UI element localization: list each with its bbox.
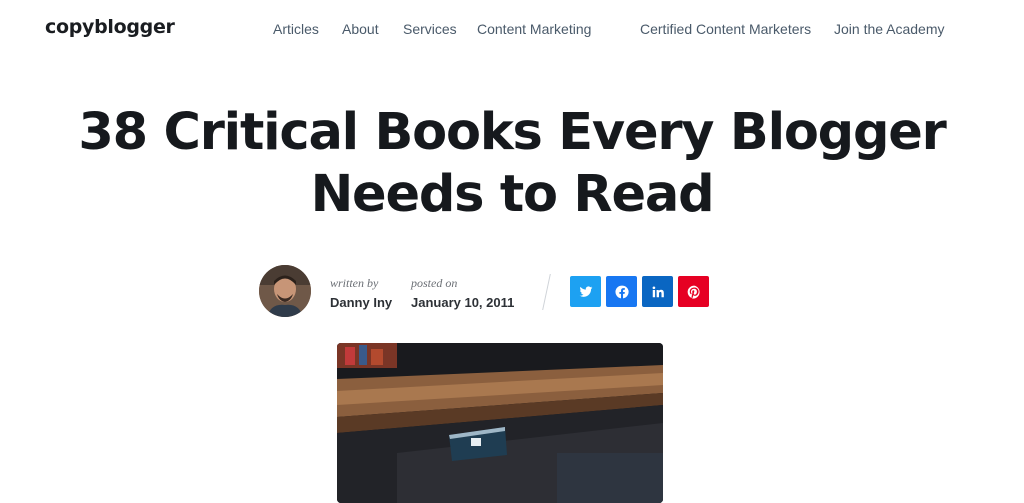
pinterest-icon xyxy=(687,285,700,299)
author-avatar[interactable] xyxy=(259,265,311,317)
linkedin-icon xyxy=(652,285,664,297)
posted-on-label: posted on xyxy=(411,276,458,290)
nav-item-services[interactable]: Services xyxy=(403,21,457,37)
nav-item-about[interactable]: About xyxy=(342,21,379,37)
share-pinterest-button[interactable] xyxy=(678,276,709,307)
hero-image xyxy=(337,343,663,503)
nav-item-join-the-academy[interactable]: Join the Academy xyxy=(834,21,945,37)
avatar-photo xyxy=(259,265,311,317)
facebook-icon xyxy=(614,285,629,298)
nav-item-articles[interactable]: Articles xyxy=(273,21,319,37)
written-by-label: written by xyxy=(330,276,379,290)
share-twitter-button[interactable] xyxy=(570,276,601,307)
page-title-line-2: Needs to Read xyxy=(310,165,715,224)
nav-item-certified-content-marketers[interactable]: Certified Content Marketers xyxy=(640,21,811,37)
site-logo[interactable]: copyblogger xyxy=(45,16,175,38)
share-linkedin-button[interactable] xyxy=(642,276,673,307)
author-name[interactable]: Danny Iny xyxy=(330,295,392,310)
page-title: 38 Critical Books Every Blogger Needs to… xyxy=(0,102,1024,226)
share-facebook-button[interactable] xyxy=(606,276,637,307)
post-date: January 10, 2011 xyxy=(411,295,515,310)
nav-item-content-marketing[interactable]: Content Marketing xyxy=(477,21,591,37)
page-title-line-1: 38 Critical Books Every Blogger xyxy=(78,103,946,162)
bookshelf-photo xyxy=(337,343,663,503)
meta-divider xyxy=(542,274,551,310)
twitter-icon xyxy=(579,285,592,297)
